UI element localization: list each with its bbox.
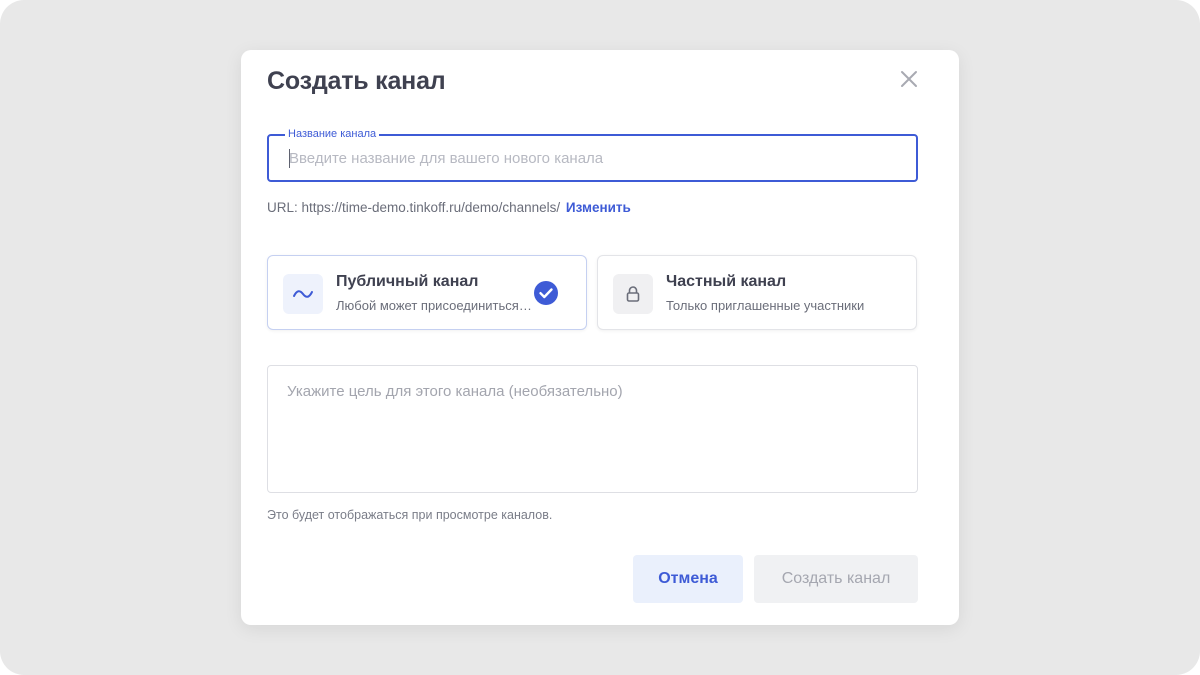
channel-purpose-input[interactable] xyxy=(267,365,918,493)
close-button[interactable] xyxy=(896,66,922,92)
channel-url: URL: https://time-demo.tinkoff.ru/demo/c… xyxy=(267,200,631,215)
create-channel-button[interactable]: Создать канал xyxy=(754,555,918,603)
channel-name-field: Название канала xyxy=(267,127,918,182)
text-cursor xyxy=(289,149,290,168)
cancel-button[interactable]: Отмена xyxy=(633,555,743,603)
private-channel-description: Только приглашенные участники xyxy=(666,298,865,313)
purpose-hint: Это будет отображаться при просмотре кан… xyxy=(267,508,553,522)
public-channel-icon-box xyxy=(283,274,323,314)
private-channel-option[interactable]: Частный канал Только приглашенные участн… xyxy=(597,255,917,330)
close-icon xyxy=(901,71,917,87)
lock-icon xyxy=(626,286,640,302)
public-channel-description: Любой может присоединиться к этому канал… xyxy=(336,298,532,313)
private-channel-icon-box xyxy=(613,274,653,314)
public-channel-title: Публичный канал xyxy=(336,273,479,290)
check-circle-icon xyxy=(534,281,558,305)
globe-icon xyxy=(293,290,313,298)
create-channel-dialog: Создать канал Название канала URL: https… xyxy=(241,50,959,625)
dialog-title: Создать канал xyxy=(267,67,446,95)
change-url-link[interactable]: Изменить xyxy=(566,200,631,215)
channel-url-text: URL: https://time-demo.tinkoff.ru/demo/c… xyxy=(267,200,561,215)
public-channel-option[interactable]: Публичный канал Любой может присоединить… xyxy=(267,255,587,330)
private-channel-title: Частный канал xyxy=(666,273,787,290)
channel-name-input[interactable] xyxy=(269,136,916,180)
